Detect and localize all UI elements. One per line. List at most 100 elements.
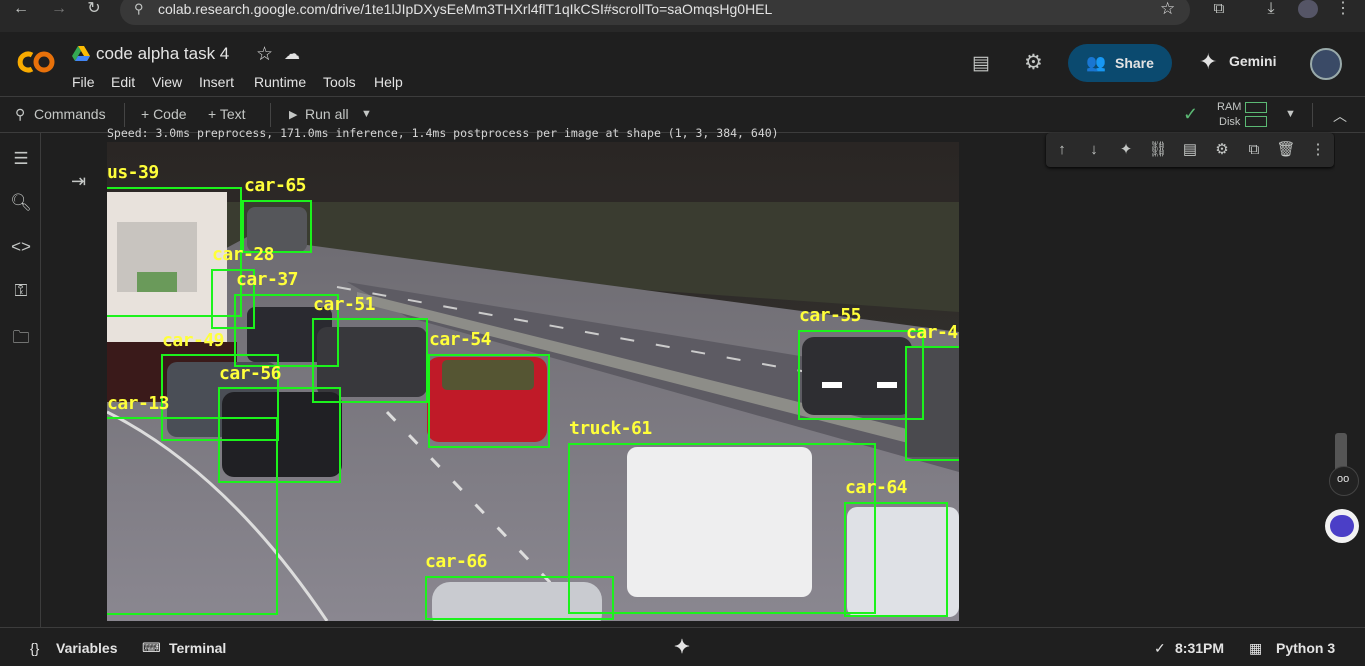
variables-button[interactable]: Variables [56,640,118,656]
disk-meter[interactable] [1245,116,1267,127]
notebook-title[interactable]: code alpha task 4 [96,44,229,64]
detection-box [425,576,614,620]
runtime-dropdown-icon[interactable]: ▼ [1285,108,1296,120]
table-of-contents-icon[interactable]: ☰ [9,149,33,173]
check-icon: ✓ [1154,640,1166,656]
gemini-sparkle-icon[interactable]: ✦ [1199,49,1217,75]
search-icon: ⚲ [15,106,26,122]
commands-button[interactable]: Commands [34,106,106,122]
share-button[interactable]: 👥 Share [1068,44,1172,82]
detection-label: car-56 [219,363,282,384]
assistant-bot-icon[interactable] [1325,509,1359,543]
colab-header: code alpha task 4 ☆ ☁ File Edit View Ins… [0,32,1365,96]
gemini-sparkle-icon[interactable]: ✦ [1116,140,1136,160]
add-code-button[interactable]: + Code [141,106,187,122]
menu-runtime[interactable]: Runtime [254,74,306,90]
browser-toolbar: ← → ↻ ⚲ colab.research.google.com/drive/… [0,0,1365,32]
account-avatar[interactable] [1310,48,1342,80]
run-all-button[interactable]: Run all [305,106,349,122]
collapse-header-icon[interactable]: ︿ [1333,106,1347,126]
play-icon: ▶ [289,109,298,121]
disk-label: Disk [1219,116,1241,128]
detection-label: car-4 [906,322,958,343]
output-text: Speed: 3.0ms preprocess, 171.0ms inferen… [107,126,779,140]
menu-edit[interactable]: Edit [111,74,135,90]
connected-check-icon: ✓ [1183,104,1199,124]
cell-toolbar: ↑ ↓ ✦ ⛓ ▤ ⚙ ⧉ 🗑︎ ⋮ [1046,133,1334,167]
back-icon[interactable]: ← [8,0,34,20]
move-down-icon[interactable]: ↓ [1084,140,1104,160]
find-replace-icon[interactable]: 🔍︎ [9,193,33,217]
code-snippets-icon[interactable]: <> [9,237,33,261]
detection-box [107,417,278,615]
site-info-icon[interactable]: ⚲ [134,1,144,17]
mirror-cell-icon[interactable]: ⧉ [1244,140,1264,160]
detection-label: car-49 [162,330,225,351]
chevron-down-icon[interactable]: ▼ [361,108,372,120]
ram-label: RAM [1217,101,1242,113]
variables-icon: {} [30,640,40,656]
url-text: colab.research.google.com/drive/1te1lJIp… [158,1,773,17]
google-drive-icon [72,46,90,61]
detection-label: car-37 [236,269,299,290]
detection-label: car-51 [313,294,376,315]
files-folder-icon[interactable]: 🗀 [9,325,33,349]
address-bar[interactable]: ⚲ colab.research.google.com/drive/1te1lJ… [120,0,1190,25]
cell-settings-icon[interactable]: ⚙ [1212,140,1232,160]
detection-label: car-54 [429,329,492,350]
extensions-icon[interactable]: ⧉ [1206,0,1232,20]
menu-view[interactable]: View [152,74,182,90]
detection-box [568,443,876,614]
execution-time[interactable]: 8:31PM [1175,640,1224,656]
output-actions-icon[interactable]: ⇥ [71,171,86,192]
people-icon: 👥 [1086,55,1106,72]
move-up-icon[interactable]: ↑ [1052,140,1072,160]
menu-file[interactable]: File [72,74,95,90]
scrollbar-track[interactable]: oo [1325,133,1365,627]
download-icon[interactable]: ⤓ [1258,0,1284,20]
profile-avatar[interactable] [1298,0,1318,18]
detection-box [905,346,959,461]
menu-insert[interactable]: Insert [199,74,234,90]
settings-gear-icon[interactable]: ⚙ [1024,50,1043,75]
gemini-button[interactable]: Gemini [1229,53,1276,69]
terminal-button[interactable]: Terminal [169,640,226,656]
detection-label: truck-61 [569,418,652,439]
runtime-type[interactable]: Python 3 [1276,640,1335,656]
detection-label: car-28 [212,244,275,265]
detection-label: car-13 [107,393,170,414]
detection-box [844,502,948,617]
runtime-icon: ▦ [1249,640,1263,656]
terminal-icon: ⌨ [142,640,161,655]
divider [270,103,271,127]
comments-icon[interactable]: ▤ [972,52,990,75]
menu-tools[interactable]: Tools [323,74,356,90]
secrets-key-icon[interactable]: ⚿ [9,281,33,305]
gemini-sparkle-icon[interactable]: ✦ [674,636,690,659]
star-icon[interactable]: ☆ [256,43,273,66]
detection-label: car-65 [244,175,307,196]
status-footer: {} Variables ⌨ Terminal ✦ ✓ 8:31PM ▦ Pyt… [0,627,1365,666]
share-label: Share [1115,55,1154,71]
browser-menu-icon[interactable]: ⋮ [1330,0,1356,20]
left-sidebar: ☰ 🔍︎ <> ⚿ 🗀 [0,133,41,627]
detection-label: car-66 [425,551,488,572]
reload-icon[interactable]: ↻ [81,0,107,20]
detection-label: car-64 [845,477,908,498]
detection-box [428,354,550,448]
more-options-icon[interactable]: ⋮ [1308,140,1328,160]
forward-icon[interactable]: → [46,0,72,20]
link-icon[interactable]: ⛓ [1148,140,1168,160]
colab-logo[interactable] [14,48,58,76]
comment-icon[interactable]: ▤ [1180,140,1200,160]
cloud-saved-icon[interactable]: ☁ [284,44,300,64]
detection-label: car-55 [799,305,862,326]
delete-icon[interactable]: 🗑︎ [1276,140,1296,160]
divider [1312,103,1313,127]
ram-meter[interactable] [1245,102,1267,113]
detection-label: us-39 [107,162,159,183]
add-text-button[interactable]: + Text [208,106,246,122]
menu-help[interactable]: Help [374,74,403,90]
bookmark-star-icon[interactable]: ☆ [1160,0,1175,19]
floating-extension-icon[interactable]: oo [1329,466,1359,496]
